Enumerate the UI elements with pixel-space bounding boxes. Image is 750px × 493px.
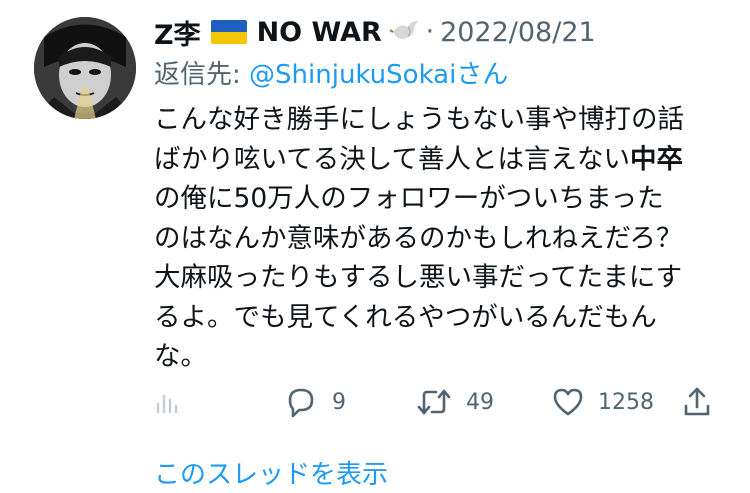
avatar-image	[34, 17, 136, 119]
avatar[interactable]	[34, 17, 136, 119]
author-name[interactable]: Z李	[154, 13, 201, 52]
like-button[interactable]: 1258	[552, 380, 654, 424]
tweet-line: の俺に50万人のフォロワーがついちまった	[154, 183, 664, 214]
tweet-line: るよ。でも見てくれるやつがいるんだもん	[154, 301, 657, 333]
analytics-button[interactable]	[154, 380, 182, 424]
share-icon	[684, 387, 710, 416]
like-count: 1258	[598, 389, 654, 415]
reply-to-prefix: 返信先:	[154, 60, 250, 90]
tweet-line: のはなんか意味があるのかもしれねえだろ？	[154, 222, 683, 254]
dove-icon	[389, 18, 420, 46]
reply-to-handle[interactable]: @ShinjukuSokai	[249, 60, 456, 90]
analytics-icon	[156, 394, 178, 414]
emphasized-text: 中卒	[629, 143, 683, 175]
tweet-line: な。	[154, 341, 207, 372]
separator-dot: ·	[425, 17, 435, 47]
tweet-line: 大麻吸ったりもするし悪い事だってたまにす	[154, 262, 683, 293]
reply-to-suffix[interactable]: さん	[456, 60, 508, 90]
retweet-count: 49	[466, 389, 494, 415]
action-bar: 9 49 1258	[154, 380, 724, 424]
tweet-text: こんな好き勝手にしょうもない事や博打の話 ばかり呟いてる決して善人とは言えない中…	[154, 100, 726, 377]
reply-count: 9	[332, 389, 346, 415]
like-icon	[553, 388, 583, 416]
reply-icon	[288, 388, 314, 418]
tweet-line: ばかり呟いてる決して善人とは言えない中卒	[154, 143, 683, 175]
reply-button[interactable]: 9	[284, 380, 346, 424]
ukraine-flag-icon	[210, 20, 247, 44]
tweet-date[interactable]: 2022/08/21	[440, 17, 596, 48]
reply-to: 返信先: @ShinjukuSokaiさん	[154, 54, 508, 91]
tweet-line: こんな好き勝手にしょうもない事や博打の話	[154, 104, 684, 135]
retweet-button[interactable]: 49	[416, 380, 494, 424]
author-name-suffix[interactable]: NO WAR	[257, 17, 382, 48]
tweet-header: Z李 NO WAR · 2022/08/21	[154, 13, 730, 52]
retweet-icon	[417, 389, 451, 415]
share-button[interactable]	[682, 380, 712, 424]
show-thread-link[interactable]: このスレッドを表示	[154, 454, 388, 491]
